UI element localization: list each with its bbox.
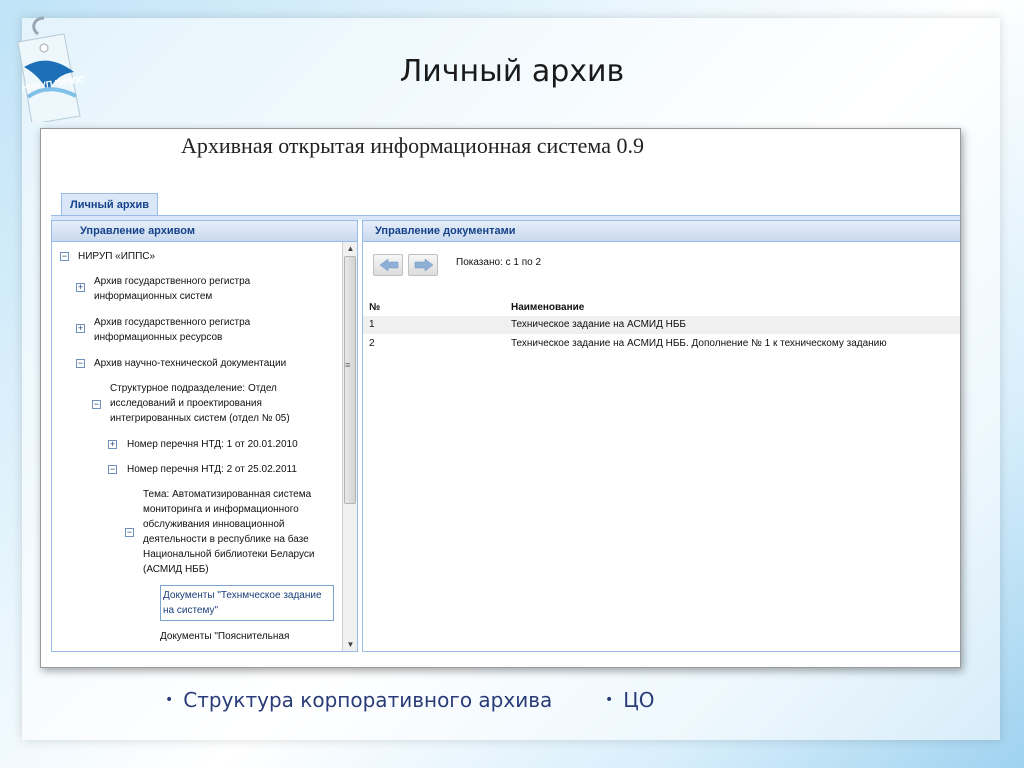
pagination-info: Показано: с 1 по 2	[456, 257, 542, 268]
expand-icon[interactable]: +	[76, 283, 85, 292]
archive-tree: − НИРУП «ИППС» + Архив государственного …	[52, 242, 357, 651]
app-screenshot: Архивная открытая информационная система…	[40, 128, 961, 668]
column-header-number[interactable]: №	[369, 302, 380, 313]
tab-personal-archive[interactable]: Личный архив	[61, 193, 159, 215]
grip-icon: ≡	[345, 360, 351, 370]
app-title: Архивная открытая информационная система…	[181, 133, 644, 158]
bullet-co: • ЦО	[605, 688, 655, 712]
row-number: 1	[369, 319, 375, 330]
prev-page-button[interactable]	[373, 254, 403, 276]
slide-title: Личный архив	[399, 54, 625, 89]
scroll-thumb[interactable]	[344, 256, 356, 504]
tree-node-ntd-archive[interactable]: Архив научно-технической документации	[94, 356, 334, 371]
tree-node-topic[interactable]: Тема: Автоматизированная система монитор…	[143, 487, 333, 577]
expand-icon[interactable]: +	[76, 324, 85, 333]
collapse-icon[interactable]: −	[92, 400, 101, 409]
collapse-icon[interactable]: −	[108, 465, 117, 474]
arrow-left-icon	[379, 258, 399, 272]
collapse-icon[interactable]: −	[76, 359, 85, 368]
documents-panel-header: Управление документами	[363, 221, 960, 242]
collapse-icon[interactable]: −	[125, 528, 134, 537]
tree-node-root[interactable]: НИРУП «ИППС»	[78, 249, 155, 264]
expand-icon[interactable]: +	[108, 440, 117, 449]
row-name: Техническое задание на АСМИД НББ. Дополн…	[511, 338, 887, 349]
column-header-name[interactable]: Наименование	[511, 302, 584, 313]
scroll-down-icon[interactable]: ▼	[343, 638, 357, 651]
collapse-icon[interactable]: −	[60, 252, 69, 261]
tree-node-department[interactable]: Структурное подразделение: Отдел исследо…	[110, 381, 300, 426]
bullet-text: ЦО	[623, 688, 655, 712]
row-name: Техническое задание на АСМИД НББ	[511, 319, 686, 330]
next-page-button[interactable]	[408, 254, 438, 276]
archive-management-panel: Управление архивом − НИРУП «ИППС» + Архи…	[51, 220, 358, 652]
bullet-text: Структура корпоративного архива	[183, 688, 553, 712]
bullet-corporate-archive: • Структура корпоративного архива	[165, 688, 552, 712]
bullet-icon: •	[165, 692, 174, 708]
document-management-panel: Управление документами Показано: с 1 по …	[362, 220, 960, 652]
scroll-up-icon[interactable]: ▲	[343, 242, 357, 256]
table-row[interactable]: 1 Техническое задание на АСМИД НББ	[363, 316, 960, 334]
tree-scrollbar[interactable]: ▲ ≡ ▼	[342, 242, 357, 651]
tree-node-is-registry[interactable]: Архив государственного регистра информац…	[94, 274, 294, 304]
documents-body: Показано: с 1 по 2 № Наименование 1 Техн…	[363, 242, 960, 651]
archive-panel-header: Управление архивом	[52, 221, 357, 242]
bullet-icon: •	[605, 692, 614, 708]
row-number: 2	[369, 338, 375, 349]
arrow-right-icon	[414, 258, 434, 272]
tree-node-documents-explanatory[interactable]: Документы "Пояснительная	[160, 629, 340, 644]
tree-node-ntd-list-2[interactable]: Номер перечня НТД: 2 от 25.02.2011	[127, 462, 347, 477]
tree-node-ir-registry[interactable]: Архив государственного регистра информац…	[94, 315, 294, 345]
tree-node-ntd-list-1[interactable]: Номер перечня НТД: 1 от 20.01.2010	[127, 437, 347, 452]
table-row[interactable]: 2 Техническое задание на АСМИД НББ. Допо…	[363, 335, 960, 353]
tree-node-documents-tz[interactable]: Документы "Технмческое задание на систем…	[163, 588, 333, 618]
